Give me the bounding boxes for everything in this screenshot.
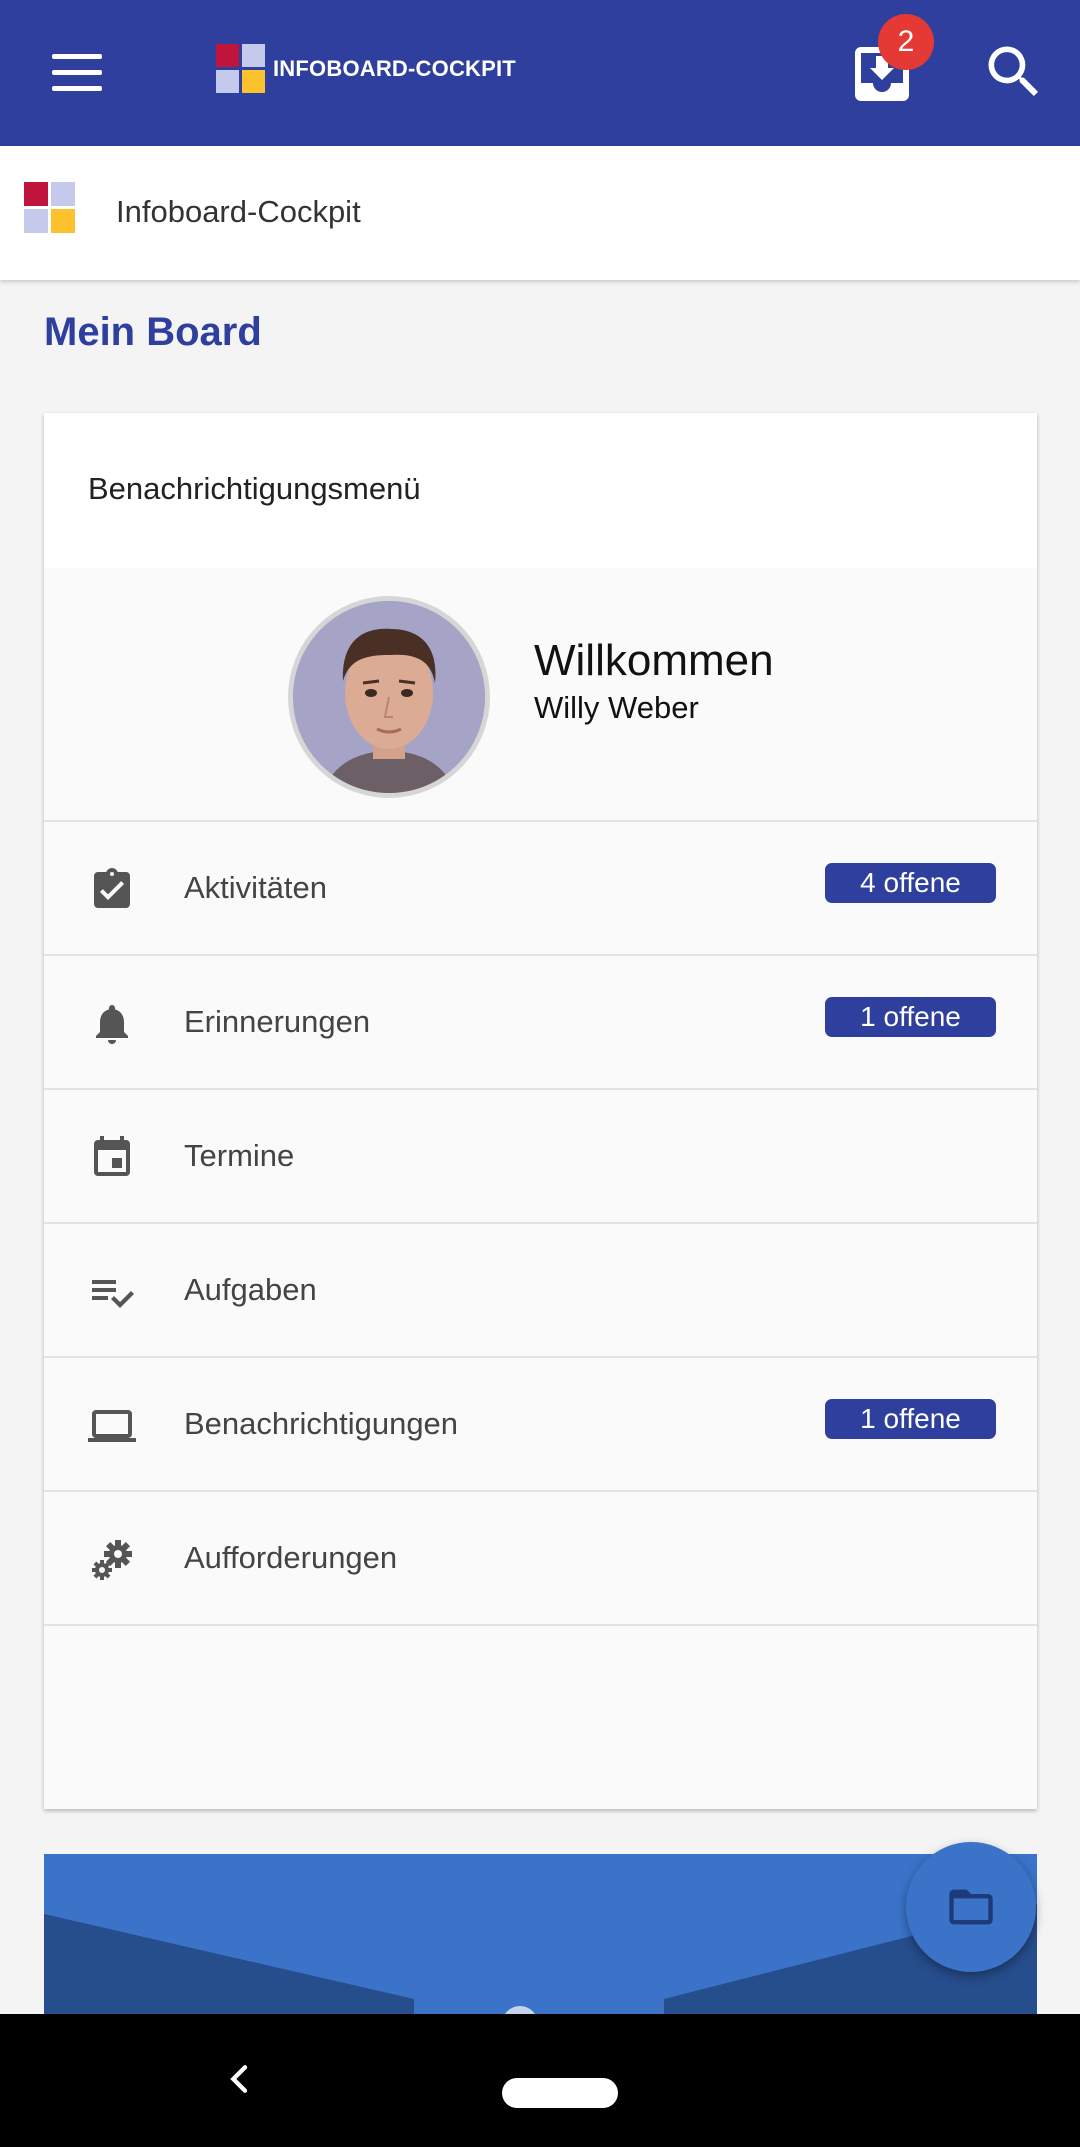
- calendar-icon: [88, 1134, 136, 1182]
- app-logo-icon: [24, 182, 75, 233]
- list-item-label: Erinnerungen: [184, 1004, 371, 1039]
- folder-icon: [949, 1889, 993, 1925]
- avatar[interactable]: [288, 596, 490, 798]
- list-item-label: Benachrichtigungen: [184, 1406, 459, 1441]
- welcome-heading: Willkommen: [534, 636, 774, 685]
- brand-text: INFOBOARD-COCKPIT: [273, 55, 516, 81]
- clipboard-check-icon: [88, 866, 136, 914]
- card-title: Benachrichtigungsmenü: [88, 471, 421, 506]
- home-pill-button[interactable]: [502, 2078, 618, 2108]
- top-app-bar: INFOBOARD-COCKPIT 2: [0, 0, 1080, 146]
- brand-logo-icon: [216, 44, 265, 93]
- list-item-label: Aufforderungen: [184, 1540, 398, 1575]
- brand-logo: INFOBOARD-COCKPIT: [216, 44, 516, 93]
- list-item-termine[interactable]: Termine: [44, 1090, 1037, 1224]
- notification-list: Aktivitäten 4 offene Erinnerungen 1 offe…: [44, 822, 1037, 1626]
- list-item-label: Aktivitäten: [184, 870, 328, 905]
- list-item-aufforderungen[interactable]: Aufforderungen: [44, 1492, 1037, 1626]
- card-header: Benachrichtigungsmenü: [44, 413, 1037, 568]
- notification-menu-card: Benachrichtigungsmenü Willkommen Willy W…: [44, 413, 1037, 1809]
- playlist-check-icon: [88, 1268, 136, 1316]
- list-item-benachrichtigungen[interactable]: Benachrichtigungen 1 offene: [44, 1358, 1037, 1492]
- hamburger-menu-icon[interactable]: [40, 40, 114, 104]
- list-item-erinnerungen[interactable]: Erinnerungen 1 offene: [44, 956, 1037, 1090]
- bell-icon: [88, 1000, 136, 1048]
- banner-image: [44, 1854, 1037, 2014]
- gears-icon: [88, 1536, 136, 1584]
- system-nav-bar: [0, 2014, 1080, 2147]
- list-item-aktivitaeten[interactable]: Aktivitäten 4 offene: [44, 822, 1037, 956]
- open-count-badge: 1 offene: [825, 997, 996, 1037]
- welcome-section: Willkommen Willy Weber: [44, 568, 1037, 822]
- app-subheader: Infoboard-Cockpit: [0, 146, 1080, 280]
- list-item-label: Termine: [184, 1138, 295, 1173]
- user-name: Willy Weber: [534, 690, 699, 725]
- notification-count-badge: 2: [878, 14, 934, 70]
- laptop-icon: [88, 1402, 136, 1450]
- app-title: Infoboard-Cockpit: [116, 194, 361, 229]
- page-title: Mein Board: [44, 310, 262, 354]
- open-count-badge: 1 offene: [825, 1399, 996, 1439]
- back-icon[interactable]: [220, 2059, 260, 2099]
- list-item-label: Aufgaben: [184, 1272, 317, 1307]
- open-count-badge: 4 offene: [825, 863, 996, 903]
- list-item-aufgaben[interactable]: Aufgaben: [44, 1224, 1037, 1358]
- search-icon[interactable]: [980, 38, 1048, 106]
- folder-fab-button[interactable]: [906, 1842, 1036, 1972]
